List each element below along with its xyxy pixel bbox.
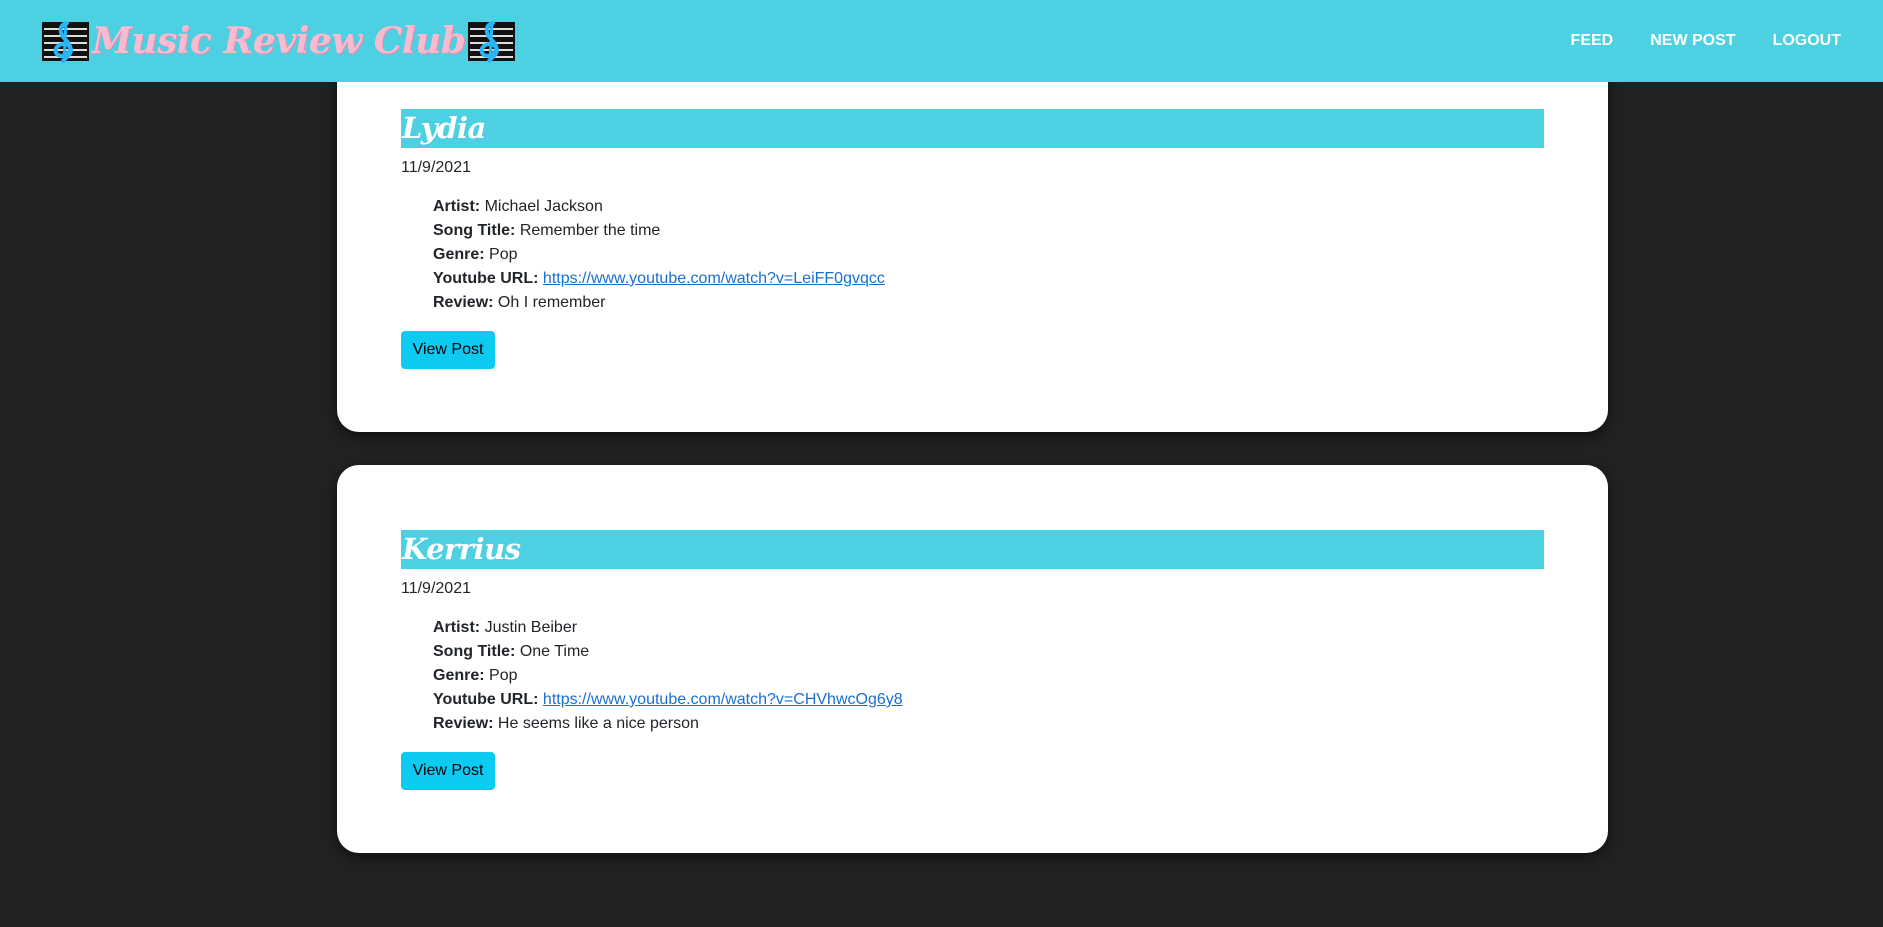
- view-post-button[interactable]: View Post: [401, 331, 495, 369]
- review-value: Oh I remember: [497, 294, 606, 311]
- artist-row: Artist: Justin Beiber: [433, 616, 903, 640]
- post-card: Kerrius 11/9/2021 Artist: Justin Beiber …: [337, 465, 1608, 853]
- song-title-label: Song Title:: [433, 643, 516, 660]
- brand[interactable]: Music Review Club: [41, 19, 516, 64]
- treble-clef-icon: [41, 19, 90, 64]
- genre-label: Genre:: [433, 667, 485, 684]
- post-author-banner: Kerrius: [401, 530, 1544, 569]
- navbar: Music Review Club FEED NEW POST LOGOUT: [0, 0, 1883, 82]
- review-value: He seems like a nice person: [497, 715, 699, 732]
- song-title-label: Song Title:: [433, 222, 516, 239]
- post-date: 11/9/2021: [401, 159, 471, 176]
- review-row: Review: Oh I remember: [433, 291, 885, 315]
- view-post-button[interactable]: View Post: [401, 752, 495, 790]
- artist-value: Michael Jackson: [484, 198, 603, 215]
- song-title-row: Song Title: One Time: [433, 640, 903, 664]
- nav-new-post-link[interactable]: NEW POST: [1650, 32, 1735, 50]
- genre-row: Genre: Pop: [433, 664, 903, 688]
- post-author: Kerrius: [402, 532, 521, 566]
- artist-row: Artist: Michael Jackson: [433, 195, 885, 219]
- youtube-url-label: Youtube URL:: [433, 270, 539, 287]
- genre-value: Pop: [489, 667, 518, 684]
- youtube-url-link[interactable]: https://www.youtube.com/watch?v=CHVhwcOg…: [543, 691, 903, 708]
- review-row: Review: He seems like a nice person: [433, 712, 903, 736]
- post-details: Artist: Michael Jackson Song Title: Reme…: [433, 195, 885, 315]
- song-title-value: One Time: [519, 643, 590, 660]
- brand-title: Music Review Club: [92, 20, 466, 62]
- genre-value: Pop: [489, 246, 518, 263]
- genre-label: Genre:: [433, 246, 485, 263]
- artist-label: Artist:: [433, 619, 481, 636]
- review-label: Review:: [433, 715, 494, 732]
- youtube-url-row: Youtube URL: https://www.youtube.com/wat…: [433, 267, 885, 291]
- youtube-url-link[interactable]: https://www.youtube.com/watch?v=LeiFF0gv…: [543, 270, 885, 287]
- artist-value: Justin Beiber: [484, 619, 578, 636]
- post-author: Lydia: [402, 111, 486, 145]
- song-title-row: Song Title: Remember the time: [433, 219, 885, 243]
- youtube-url-row: Youtube URL: https://www.youtube.com/wat…: [433, 688, 903, 712]
- artist-label: Artist:: [433, 198, 481, 215]
- song-title-value: Remember the time: [519, 222, 661, 239]
- nav-logout-link[interactable]: LOGOUT: [1773, 32, 1841, 50]
- review-label: Review:: [433, 294, 494, 311]
- post-date: 11/9/2021: [401, 580, 471, 597]
- post-author-banner: Lydia: [401, 109, 1544, 148]
- youtube-url-label: Youtube URL:: [433, 691, 539, 708]
- post-details: Artist: Justin Beiber Song Title: One Ti…: [433, 616, 903, 736]
- nav-feed-link[interactable]: FEED: [1571, 32, 1614, 50]
- genre-row: Genre: Pop: [433, 243, 885, 267]
- treble-clef-icon: [467, 19, 516, 64]
- nav-links: FEED NEW POST LOGOUT: [1534, 32, 1841, 50]
